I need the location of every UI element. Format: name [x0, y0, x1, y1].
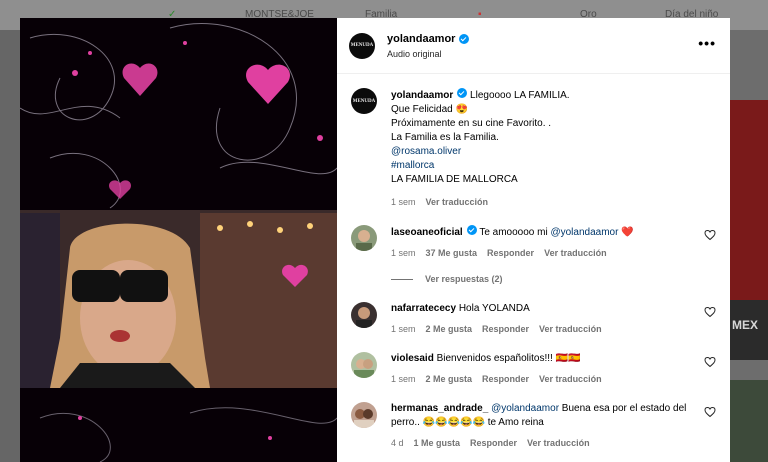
- background-left: [0, 30, 20, 462]
- verified-badge-icon: [457, 88, 468, 98]
- avatar[interactable]: [351, 302, 377, 328]
- comment-username[interactable]: hermanas_andrade_: [391, 403, 488, 414]
- reply-button[interactable]: Responder: [470, 436, 517, 450]
- post-header: MENUDA yolandaamor Audio original •••: [337, 18, 730, 74]
- likes-count[interactable]: 2 Me gusta: [426, 372, 473, 386]
- comments-panel: MENUDA yolandaamor Audio original ••• ME…: [337, 18, 730, 462]
- heart-emoji: ❤️: [621, 227, 634, 238]
- verified-badge-icon: [459, 33, 470, 44]
- timestamp: 1 sem: [391, 374, 416, 384]
- timestamp: 1 sem: [391, 324, 416, 334]
- comment-username[interactable]: violesaid: [391, 353, 434, 364]
- avatar[interactable]: [351, 225, 377, 251]
- mention-link[interactable]: @yolandaamor: [550, 227, 618, 238]
- caption-text: La Familia es la Familia.: [391, 132, 499, 143]
- post-modal: MENUDA yolandaamor Audio original ••• ME…: [20, 18, 730, 462]
- comment-text: Hola YOLANDA: [458, 303, 530, 314]
- avatar[interactable]: [351, 352, 377, 378]
- mention-link[interactable]: @rosama.oliver: [391, 145, 570, 159]
- likes-count[interactable]: 1 Me gusta: [414, 436, 461, 450]
- like-heart-icon[interactable]: [704, 356, 716, 368]
- more-options-icon[interactable]: •••: [698, 36, 716, 50]
- mention-link[interactable]: @yolandaamor: [491, 403, 559, 414]
- timestamp: 4 d: [391, 438, 404, 448]
- divider: [391, 278, 413, 280]
- comment: hermanas_andrade_ @yolandaamor Buena esa…: [351, 402, 716, 450]
- translate-button[interactable]: Ver traducción: [539, 322, 602, 336]
- caption: MENUDA yolandaamor Llegoooo LA FAMILIA. …: [351, 88, 716, 209]
- like-heart-icon[interactable]: [704, 406, 716, 418]
- avatar[interactable]: [351, 402, 377, 428]
- translate-button[interactable]: Ver traducción: [544, 246, 607, 260]
- hashtag-link[interactable]: #mallorca: [391, 159, 570, 173]
- reply-button[interactable]: Responder: [487, 246, 534, 260]
- view-replies-label: Ver respuestas (2): [425, 274, 503, 284]
- avatar[interactable]: MENUDA: [349, 32, 375, 59]
- like-heart-icon[interactable]: [704, 229, 716, 241]
- comment-username[interactable]: laseoaneoficial: [391, 227, 463, 238]
- caption-text: Próximamente en su cine Favorito. .: [391, 118, 552, 129]
- comment-text: Te amooooo mi: [479, 227, 551, 238]
- author-username[interactable]: yolandaamor: [387, 33, 455, 45]
- timestamp: 1 sem: [391, 248, 416, 258]
- reply-button[interactable]: Responder: [482, 372, 529, 386]
- comment: violesaid Bienvenidos españolitos!!! 🇪🇸🇪…: [351, 352, 716, 386]
- comment: laseoaneoficial Te amooooo mi @yolandaam…: [351, 225, 716, 260]
- comment-text: Bienvenidos españolitos!!! 🇪🇸🇪🇸: [436, 353, 581, 364]
- caption-text: Que Felicidad 😍: [391, 104, 468, 115]
- translate-button[interactable]: Ver traducción: [426, 195, 489, 209]
- reply-button[interactable]: Responder: [482, 322, 529, 336]
- verified-badge-icon: [466, 225, 477, 235]
- caption-text: LA FAMILIA DE MALLORCA: [391, 174, 518, 185]
- video-frame: [20, 18, 337, 462]
- likes-count[interactable]: 2 Me gusta: [426, 322, 473, 336]
- avatar-logo-text: MENUDA: [350, 43, 374, 48]
- background-text: MEX: [730, 300, 768, 360]
- like-heart-icon[interactable]: [704, 306, 716, 318]
- view-replies-button[interactable]: Ver respuestas (2): [391, 274, 716, 284]
- comment-username[interactable]: nafarratececy: [391, 303, 456, 314]
- caption-username[interactable]: yolandaamor: [391, 90, 453, 101]
- background-right: MEX: [730, 30, 768, 462]
- translate-button[interactable]: Ver traducción: [527, 436, 590, 450]
- translate-button[interactable]: Ver traducción: [539, 372, 602, 386]
- avatar-logo-text: MENUDA: [352, 98, 376, 104]
- avatar[interactable]: MENUDA: [351, 88, 377, 114]
- reel-video[interactable]: [20, 18, 337, 462]
- audio-label[interactable]: Audio original: [387, 49, 469, 59]
- comment: nafarratececy Hola YOLANDA 1 sem 2 Me gus…: [351, 302, 716, 336]
- caption-text: Llegoooo LA FAMILIA.: [470, 90, 570, 101]
- likes-count[interactable]: 37 Me gusta: [426, 246, 478, 260]
- timestamp: 1 sem: [391, 197, 416, 207]
